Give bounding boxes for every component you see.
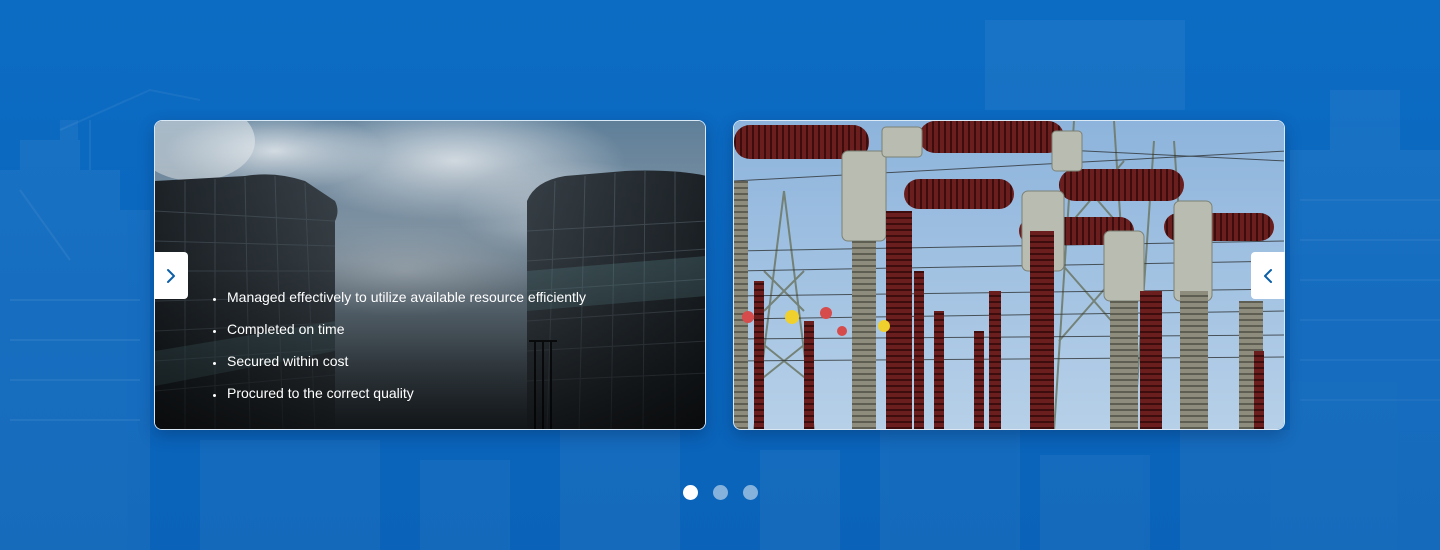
previous-slide-button[interactable] xyxy=(1251,252,1285,299)
substation-image xyxy=(734,121,1284,429)
bullet-item: Completed on time xyxy=(213,321,586,337)
slide-card-2 xyxy=(733,120,1285,430)
card-bullet-list: Managed effectively to utilize available… xyxy=(213,289,586,417)
chevron-right-icon xyxy=(167,268,175,283)
bullet-item: Procured to the correct quality xyxy=(213,385,586,401)
bullet-item: Secured within cost xyxy=(213,353,586,369)
next-slide-button[interactable] xyxy=(154,252,188,299)
pagination-dot-3[interactable] xyxy=(743,485,758,500)
slider-pagination xyxy=(683,485,758,500)
pagination-dot-1[interactable] xyxy=(683,485,698,500)
chevron-left-icon xyxy=(1264,268,1272,283)
slide-card-1: Managed effectively to utilize available… xyxy=(154,120,706,430)
pagination-dot-2[interactable] xyxy=(713,485,728,500)
bullet-item: Managed effectively to utilize available… xyxy=(213,289,586,305)
